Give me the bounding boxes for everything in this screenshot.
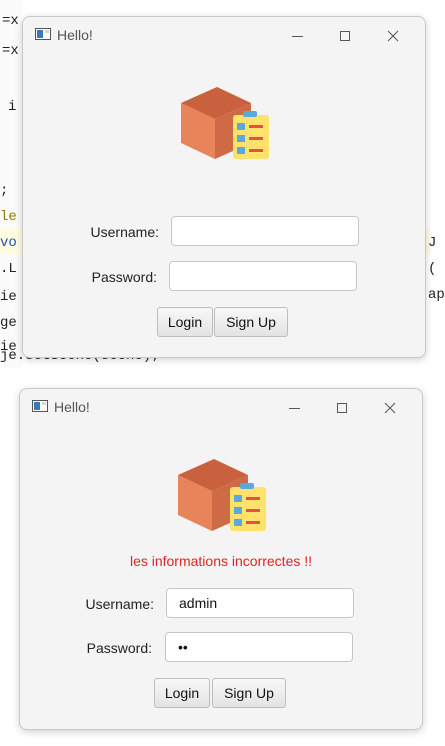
close-button[interactable]	[368, 393, 412, 423]
code-line: ap	[428, 287, 445, 303]
signup-button[interactable]: Sign Up	[212, 678, 286, 708]
package-checklist-icon	[181, 87, 269, 159]
minimize-button[interactable]	[275, 21, 319, 51]
package-checklist-icon	[178, 459, 266, 531]
maximize-button[interactable]	[323, 21, 367, 51]
title-bar[interactable]: Hello!	[20, 389, 422, 427]
close-icon	[387, 30, 399, 42]
maximize-icon	[340, 31, 350, 41]
username-field[interactable]	[171, 216, 359, 246]
code-line: =x	[2, 43, 19, 59]
error-message: les informations incorrectes !!	[129, 553, 313, 569]
login-button[interactable]: Login	[157, 307, 213, 337]
code-line: le	[0, 209, 17, 225]
password-label: Password:	[86, 640, 152, 656]
password-label: Password:	[91, 269, 157, 285]
password-field[interactable]	[169, 261, 357, 291]
username-label: Username:	[85, 596, 154, 612]
minimize-icon	[291, 35, 303, 37]
login-window: Hello! Username: Password: Login Sign Up	[22, 16, 426, 358]
close-icon	[384, 402, 396, 414]
maximize-button[interactable]	[320, 393, 364, 423]
window-app-icon	[35, 28, 51, 40]
login-button[interactable]: Login	[154, 678, 210, 708]
code-line: (	[428, 261, 437, 277]
login-window-error: Hello! les informations incorrectes !! U…	[19, 388, 423, 730]
window-app-icon	[32, 400, 48, 412]
signup-button[interactable]: Sign Up	[214, 307, 288, 337]
code-line: ge	[0, 315, 17, 331]
username-field[interactable]: admin	[166, 588, 354, 618]
maximize-icon	[337, 403, 347, 413]
code-line: ;	[0, 183, 9, 199]
minimize-button[interactable]	[272, 393, 316, 423]
password-field[interactable]: ••	[165, 632, 353, 662]
code-line: J	[428, 235, 437, 251]
minimize-icon	[288, 407, 300, 409]
title-bar[interactable]: Hello!	[23, 17, 425, 55]
code-line: .L	[0, 261, 17, 277]
close-button[interactable]	[371, 21, 415, 51]
window-title: Hello!	[54, 399, 90, 415]
code-line: =x	[2, 13, 19, 29]
username-label: Username:	[90, 224, 159, 240]
code-line: vo	[0, 235, 17, 251]
window-title: Hello!	[57, 27, 93, 43]
code-line: ie	[0, 289, 17, 305]
code-line: i	[8, 99, 17, 115]
